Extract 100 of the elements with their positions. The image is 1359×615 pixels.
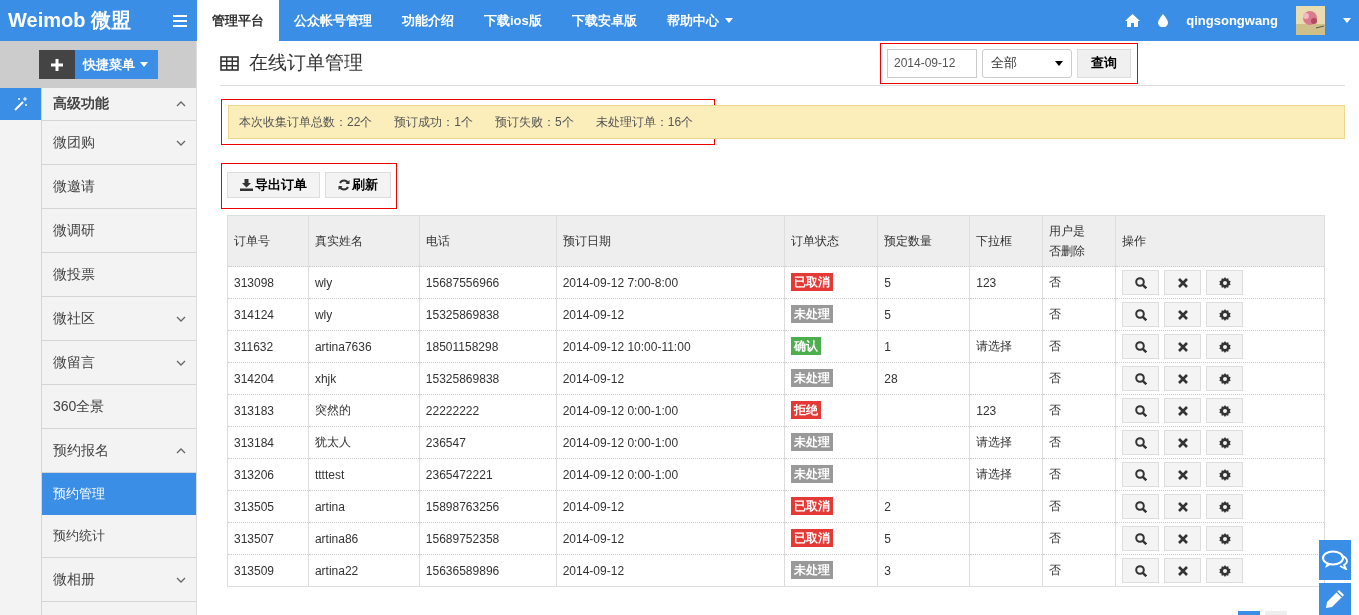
status-select[interactable]: 全部 [982,48,1072,78]
delete-button[interactable] [1164,430,1202,455]
table-cell: 5 [884,275,892,290]
summary-stat: 本次收集订单总数：22个 [239,113,373,131]
settings-icon [1218,468,1231,481]
table-cell: 否 [1042,458,1116,491]
sidebar-tab[interactable] [0,88,41,120]
delete-button[interactable] [1164,366,1202,391]
view-button[interactable] [1122,526,1160,551]
delete-button[interactable] [1164,558,1202,583]
status-badge: 未处理 [791,369,834,387]
table-cell: 2014-09-12 [556,522,785,555]
table-cell: artina22 [308,554,420,587]
caret-icon [1055,60,1063,66]
view-button[interactable] [1122,494,1160,519]
sidebar-item[interactable]: 微留言 [42,341,196,385]
chevron-up-icon[interactable] [176,447,186,454]
status-badge: 已取消 [791,273,834,291]
settings-button[interactable] [1206,494,1244,519]
chevron-down-icon[interactable] [176,359,186,366]
settings-icon [1218,404,1231,417]
table-cell: 123 [976,403,997,418]
delete-button[interactable] [1164,494,1202,519]
table-cell: 313183 [227,394,309,427]
home-icon[interactable] [1125,14,1141,27]
settings-button[interactable] [1206,462,1244,487]
delete-button[interactable] [1164,334,1202,359]
export-button[interactable]: 导出订单 [227,172,320,198]
settings-button[interactable] [1206,558,1244,583]
column-header: 电话 [419,215,557,267]
chat-button[interactable] [1319,540,1351,580]
delete-button[interactable] [1164,270,1202,295]
nav-tab[interactable]: 管理平台 [197,0,279,41]
sidebar-item[interactable]: 微团购 [42,121,196,165]
chevron-down-icon[interactable] [176,576,186,583]
table-cell: 15689752358 [419,522,557,555]
sidebar-item[interactable]: 360全景 [42,385,196,429]
delete-button[interactable] [1164,526,1202,551]
table-cell: artina86 [308,522,420,555]
column-header: 操作 [1115,215,1325,267]
table-cell: 3 [884,563,892,578]
table-cell: artina7636 [308,330,420,363]
drop-icon[interactable] [1158,14,1169,27]
view-button[interactable] [1122,334,1160,359]
view-button[interactable] [1122,430,1160,455]
table-cell: 236547 [419,426,557,459]
summary-stat: 预订成功：1个 [394,113,474,131]
settings-button[interactable] [1206,270,1244,295]
table-cell: 否 [1042,490,1116,523]
sidebar-item[interactable]: 微相册 [42,558,196,602]
view-button[interactable] [1122,558,1160,583]
settings-button[interactable] [1206,366,1244,391]
settings-button[interactable] [1206,398,1244,423]
view-button[interactable] [1122,462,1160,487]
table-cell: 313184 [227,426,309,459]
table-cell: 2365472221 [419,458,557,491]
table-cell: 313206 [227,458,309,491]
sidebar-item[interactable]: 高级功能 [42,88,196,121]
table-cell: 请选择 [976,435,1013,449]
search-icon [1134,532,1147,545]
chevron-down-icon[interactable] [176,139,186,146]
column-header: 预订日期 [556,215,785,267]
table-cell: 2014-09-12 [556,362,785,395]
search-icon [1134,372,1147,385]
status-badge: 未处理 [791,465,834,483]
settings-button[interactable] [1206,334,1244,359]
settings-button[interactable] [1206,526,1244,551]
table-cell: 15636589896 [419,554,557,587]
view-button[interactable] [1122,398,1160,423]
sidebar-item[interactable]: 微社区 [42,297,196,341]
chat-icon [1322,550,1348,570]
view-button[interactable] [1122,270,1160,295]
settings-button[interactable] [1206,430,1244,455]
settings-icon [1218,308,1231,321]
table-cell: 313507 [227,522,309,555]
sidebar-item[interactable]: 微调研 [42,209,196,253]
status-badge: 确认 [791,337,822,355]
sidebar-item[interactable]: 微邀请 [42,165,196,209]
search-icon [1134,564,1147,577]
chevron-down-icon[interactable] [176,315,186,322]
view-button[interactable] [1122,302,1160,327]
delete-button[interactable] [1164,398,1202,423]
table-cell: 突然的 [308,394,420,427]
table-cell: 314124 [227,298,309,331]
column-header: 真实姓名 [308,215,420,267]
refresh-button[interactable]: 刷新 [325,172,391,198]
download-icon [240,179,253,191]
delete-button[interactable] [1164,462,1202,487]
date-field[interactable]: 2014-09-12 [887,48,977,78]
table-cell: 15325869838 [419,298,557,331]
query-button[interactable]: 查询 [1077,48,1131,78]
edit-button[interactable] [1319,583,1351,615]
settings-button[interactable] [1206,302,1244,327]
chevron-up-icon[interactable] [176,101,186,107]
delete-button[interactable] [1164,302,1202,327]
sidebar-subitem[interactable]: 预约统计 [42,515,196,558]
table-cell: 313098 [227,266,309,299]
menu-icon[interactable] [173,14,187,27]
sidebar-item[interactable]: 微投票 [42,253,196,297]
view-button[interactable] [1122,366,1160,391]
